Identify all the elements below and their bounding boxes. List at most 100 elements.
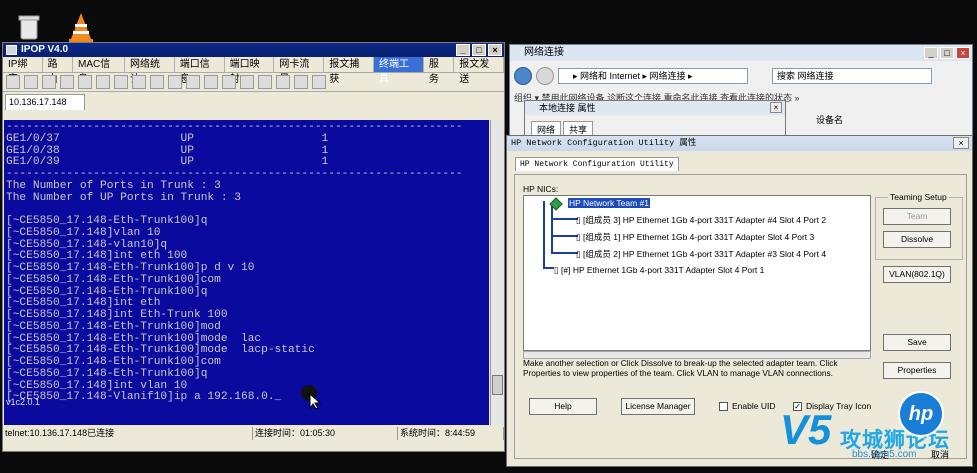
terminal-line: [~CE5850_17.148-Eth-Trunk100]p d v 10 xyxy=(6,262,255,274)
tool-record-icon[interactable] xyxy=(186,75,200,89)
recycle-bin-icon[interactable] xyxy=(12,10,46,44)
tool-print-icon[interactable] xyxy=(96,75,110,89)
address-bar[interactable]: ▸ 网络和 Internet ▸ 网络连接 ▸ xyxy=(558,68,748,84)
save-button[interactable]: Save xyxy=(883,334,951,351)
minimize-button[interactable]: _ xyxy=(456,44,470,56)
tool-connect-icon[interactable] xyxy=(114,75,128,89)
ipop-window: IPOP V4.0 _ □ × IP绑定 路由 MAC信息 网络统计 端口信息 … xyxy=(2,42,505,452)
tool-log-icon[interactable] xyxy=(240,75,254,89)
menu-ip-bind[interactable]: IP绑定 xyxy=(3,57,43,85)
tool-link-icon[interactable] xyxy=(294,75,308,89)
standalone-nic-node[interactable]: ▯ [#] HP Ethernet 1Gb 4-port 331T Adapte… xyxy=(554,265,764,276)
member-node-3[interactable]: ▯ [组成员 3] HP Ethernet 1Gb 4-port 331T Ad… xyxy=(576,214,826,226)
checkbox-box xyxy=(719,401,728,411)
tool-find-icon[interactable] xyxy=(204,75,218,89)
properties-button[interactable]: Properties xyxy=(883,362,951,379)
hp-title-bar[interactable]: HP Network Configuration Utility 属性 × xyxy=(507,136,972,151)
status-connection: telnet:10.136.17.148已连接 xyxy=(3,427,253,440)
app-icon xyxy=(6,45,17,55)
nic-icon: ▯ xyxy=(576,249,584,259)
license-manager-button[interactable]: License Manager xyxy=(621,398,695,415)
ipop-menu-bar: IP绑定 路由 MAC信息 网络统计 端口信息 端口映射 网卡流量 报文捕获 终… xyxy=(3,57,505,85)
terminal-line: [~CE5850_17.148-Eth-Trunk100]mod xyxy=(6,320,221,333)
vlc-cone-icon[interactable] xyxy=(64,10,98,44)
tool-paste-icon[interactable] xyxy=(78,75,92,89)
device-name-column[interactable]: 设备名 xyxy=(816,113,843,126)
menu-port-map[interactable]: 端口映射 xyxy=(225,57,275,85)
tool-save-icon[interactable] xyxy=(42,75,56,89)
version-label: v1c2.0.1 xyxy=(6,397,41,407)
net-close-button[interactable]: × xyxy=(956,47,970,59)
network-title: 网络连接 xyxy=(524,47,564,58)
tool-zoom-icon[interactable] xyxy=(222,75,236,89)
status-connect-time: 连接时间：01:05:30 xyxy=(253,427,398,440)
member-node-2[interactable]: ▯ [组成员 2] HP Ethernet 1Gb 4-port 331T Ad… xyxy=(576,248,826,260)
hp-nics-label: HP NICs: xyxy=(523,184,559,194)
tool-key-icon[interactable] xyxy=(276,75,290,89)
v5-logo: V5 xyxy=(780,406,832,453)
session-tab[interactable]: 10.136.17.148 xyxy=(5,94,85,110)
tool-disconnect-icon[interactable] xyxy=(132,75,146,89)
tool-new-icon[interactable] xyxy=(6,75,20,89)
tool-settings-icon[interactable] xyxy=(150,75,164,89)
net-maximize-button[interactable]: □ xyxy=(940,47,954,59)
menu-packet-capture[interactable]: 报文捕获 xyxy=(324,57,375,85)
tool-script-icon[interactable] xyxy=(258,75,272,89)
member-node-1[interactable]: ▯ [组成员 1] HP Ethernet 1Gb 4-port 331T Ad… xyxy=(576,231,814,243)
nic-icon: ▯ xyxy=(576,232,584,242)
ipop-title-bar[interactable]: IPOP V4.0 _ □ × xyxy=(3,43,504,57)
team-button[interactable]: Team xyxy=(883,208,951,225)
teaming-setup-label: Teaming Setup xyxy=(888,192,949,202)
tool-help-icon[interactable] xyxy=(312,75,326,89)
maximize-button[interactable]: □ xyxy=(472,44,486,56)
team-node[interactable]: HP Network Team #1 xyxy=(568,198,650,208)
back-icon[interactable] xyxy=(514,67,532,85)
terminal-line: [~CE5850_17.148-Eth-Trunk100]q xyxy=(6,215,208,227)
tool-color-icon[interactable] xyxy=(168,75,182,89)
local-props-close-button[interactable]: × xyxy=(770,102,782,113)
nic-tree[interactable]: HP Network Team #1 ▯ [组成员 3] HP Ethernet… xyxy=(523,195,871,351)
close-button[interactable]: × xyxy=(488,44,502,56)
net-minimize-button[interactable]: _ xyxy=(924,47,938,59)
menu-nic-traffic[interactable]: 网卡流量 xyxy=(274,57,325,85)
tab-hp-utility[interactable]: HP Network Configuration Utility xyxy=(515,157,679,171)
menu-port-info[interactable]: 端口信息 xyxy=(175,57,225,85)
menu-packet-send[interactable]: 报文发送 xyxy=(454,57,505,85)
forum-watermark: V5 攻城狮论坛 bbs.vlan5.com xyxy=(780,390,977,473)
forward-icon[interactable] xyxy=(536,67,554,85)
teaming-setup-group: Teaming Setup xyxy=(875,192,963,260)
menu-services[interactable]: 服务 xyxy=(424,57,455,85)
terminal-scrollbar[interactable] xyxy=(490,120,504,425)
status-bar: telnet:10.136.17.148已连接 连接时间：01:05:30 系统… xyxy=(3,427,504,440)
menu-net-stats[interactable]: 网络统计 xyxy=(125,57,175,85)
local-props-title[interactable]: 本地连接 属性 × xyxy=(525,101,785,115)
search-input[interactable]: 搜索 网络连接 xyxy=(772,68,932,84)
watermark-url: bbs.vlan5.com xyxy=(852,449,917,460)
terminal-line: GE1/0/37 UP 1 xyxy=(6,132,329,145)
terminal-line: ----------------------------------------… xyxy=(6,168,463,180)
terminal-line: The Number of UP Ports in Trunk : 3 xyxy=(6,191,241,204)
enable-uid-checkbox[interactable]: Enable UID xyxy=(719,401,775,411)
network-title-bar[interactable]: 网络连接 _ □ × xyxy=(510,45,972,61)
menu-mac-info[interactable]: MAC信息 xyxy=(73,57,125,85)
vlan-button[interactable]: VLAN(802.1Q) xyxy=(883,266,951,283)
tool-copy-icon[interactable] xyxy=(60,75,74,89)
terminal-line: [~CE5850_17.148]vlan 10 xyxy=(6,226,161,239)
scroll-thumb[interactable] xyxy=(492,375,503,395)
member-2-label: [组成员 2] HP Ethernet 1Gb 4-port 331T Adap… xyxy=(583,249,827,259)
help-button[interactable]: Help xyxy=(529,398,597,415)
terminal-line: [~CE5850_17.148-Eth-Trunk100]com xyxy=(6,356,221,368)
menu-route[interactable]: 路由 xyxy=(43,57,73,85)
hp-close-button[interactable]: × xyxy=(953,137,969,149)
enable-uid-label: Enable UID xyxy=(732,401,776,411)
mouse-cursor-icon xyxy=(301,385,322,410)
menu-terminal-tools[interactable]: 终端工具 xyxy=(374,57,424,85)
terminal-output[interactable]: ----------------------------------------… xyxy=(4,120,489,425)
hp-logo: hp xyxy=(898,391,944,437)
hp-description: Make another selection or Click Dissolve… xyxy=(523,358,838,378)
terminal-line: [~CE5850_17.148-Eth-Trunk100]q xyxy=(6,367,208,380)
dissolve-button[interactable]: Dissolve xyxy=(883,231,951,248)
nic-icon: ▯ xyxy=(576,215,584,225)
tool-open-icon[interactable] xyxy=(24,75,38,89)
terminal-line: [~CE5850_17.148-Eth-Trunk100]com xyxy=(6,273,221,286)
